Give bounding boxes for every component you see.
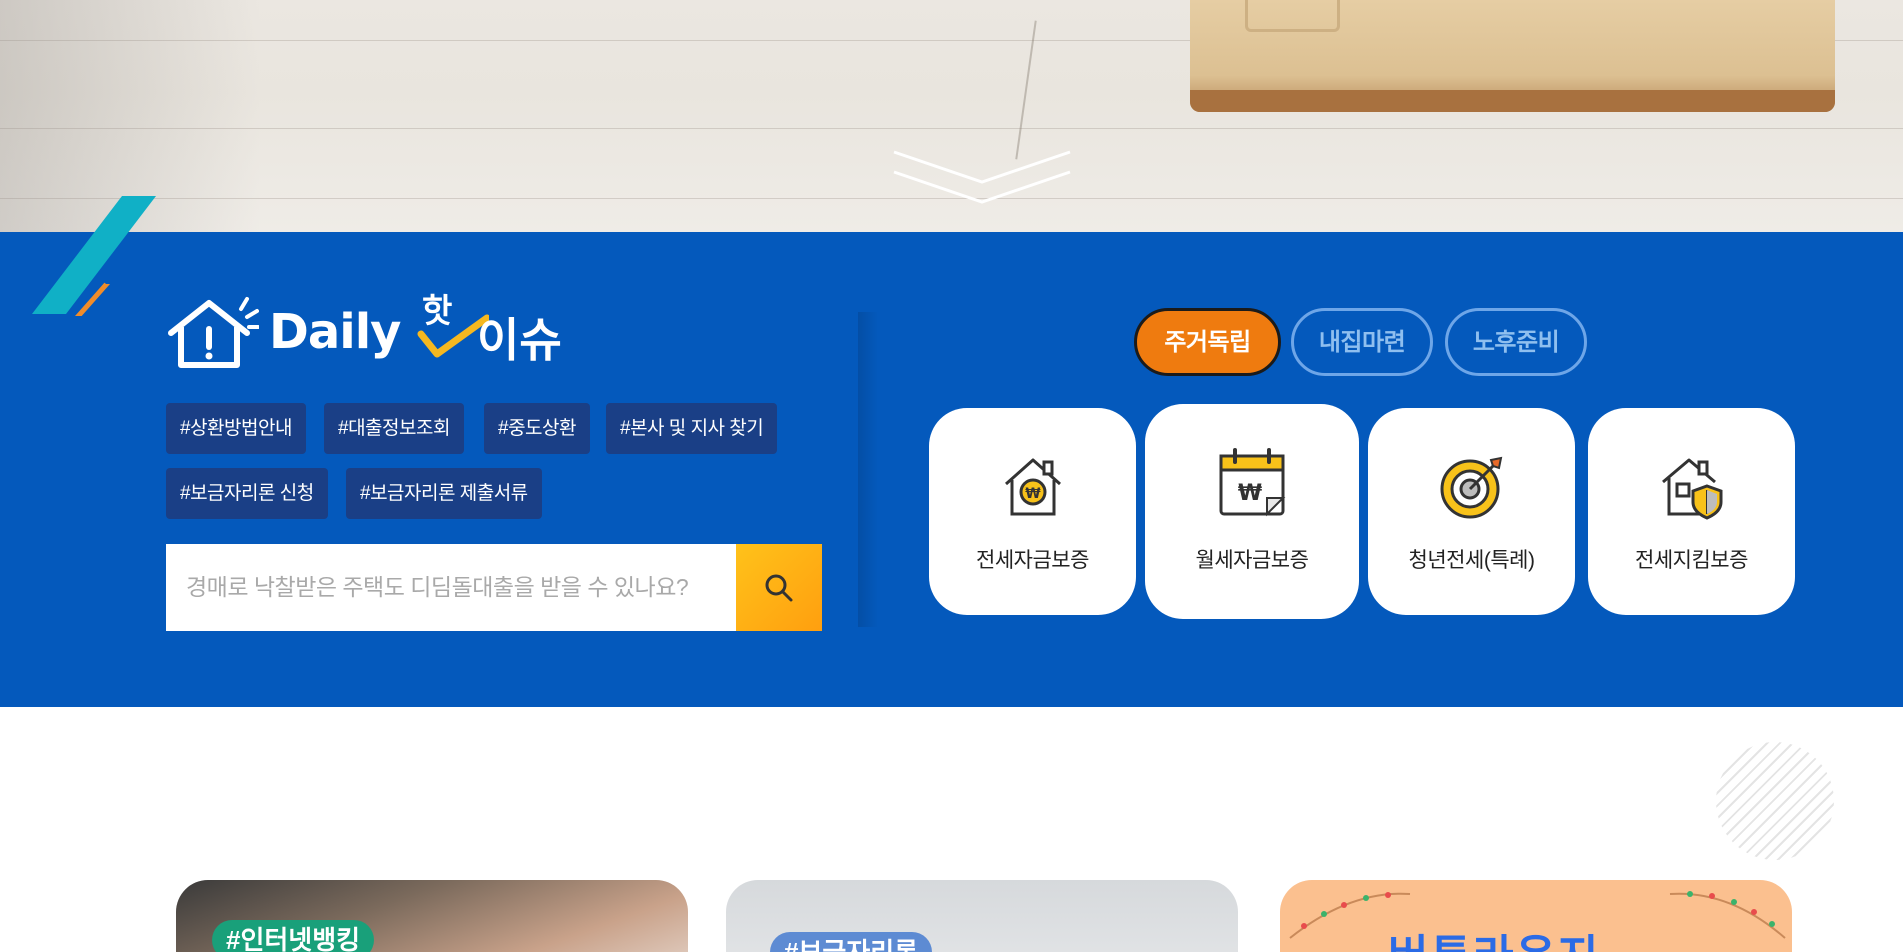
tag-branch-finder[interactable]: #본사 및 지사 찾기 (606, 403, 778, 454)
tag-repayment-guide[interactable]: #상환방법안내 (166, 403, 306, 454)
tag-bogeumjari-apply[interactable]: #보금자리론 신청 (166, 468, 328, 519)
tag-bogeumjari-documents[interactable]: #보금자리론 제출서류 (346, 468, 542, 519)
promo-badge: #인터넷뱅킹 (212, 920, 375, 952)
tag-loan-info[interactable]: #대출정보조회 (324, 403, 464, 454)
promo-badge: #보금자리론 (770, 932, 933, 952)
tab-housing-independence[interactable]: 주거독립 (1134, 308, 1281, 376)
calendar-won-icon: ₩ (1219, 448, 1286, 517)
promo-bogeumjari[interactable]: #보금자리론 (726, 880, 1238, 952)
decorative-circle (1716, 742, 1834, 860)
card-label: 청년전세(특례) (1408, 549, 1535, 572)
page: Daily 핫 이슈 #상환방법안내 #대출정보조회 #중도상환 #본사 및 지… (0, 0, 1903, 952)
tag-early-repayment[interactable]: #중도상환 (484, 403, 590, 454)
promo-lounge[interactable]: 버튼라운지 (1280, 880, 1792, 952)
promo-internet-banking[interactable]: #인터넷뱅킹 (176, 880, 688, 952)
card-label: 월세자금보증 (1195, 549, 1309, 572)
wooden-box-image (1190, 0, 1835, 112)
house-won-icon: ₩ (1004, 458, 1061, 516)
card-label: 전세자금보증 (976, 549, 1089, 572)
search-bar (166, 544, 822, 631)
svg-text:₩: ₩ (1025, 486, 1041, 502)
scroll-down-chevron-icon[interactable] (892, 148, 1072, 210)
house-shield-icon (1661, 458, 1722, 520)
promo-title: 버튼라운지 (1388, 920, 1600, 952)
card-youth-jeonse[interactable]: 청년전세(특례) (1368, 408, 1575, 615)
card-label: 전세지킴보증 (1635, 549, 1748, 572)
decorative-slash-icon (32, 196, 156, 316)
card-jeonse-protection[interactable]: 전세지킴보증 (1588, 408, 1795, 615)
card-monthly-rent-guarantee[interactable]: ₩ 월세자금보증 (1145, 404, 1359, 619)
search-button[interactable] (736, 544, 822, 631)
svg-text:₩: ₩ (1238, 481, 1262, 506)
logo-issue-text: 이슈 (477, 313, 562, 367)
daily-hot-issue-logo: Daily 핫 이슈 (165, 291, 562, 372)
panel-divider (858, 312, 878, 627)
search-icon (765, 574, 793, 601)
tab-retirement[interactable]: 노후준비 (1445, 308, 1587, 376)
logo-daily-text: Daily (269, 304, 401, 360)
tab-home-purchase[interactable]: 내집마련 (1291, 308, 1433, 376)
search-input[interactable] (166, 544, 736, 631)
house-alert-icon (168, 296, 259, 368)
target-icon (1440, 456, 1502, 519)
card-jeonse-loan-guarantee[interactable]: ₩ 전세자금보증 (929, 408, 1136, 615)
